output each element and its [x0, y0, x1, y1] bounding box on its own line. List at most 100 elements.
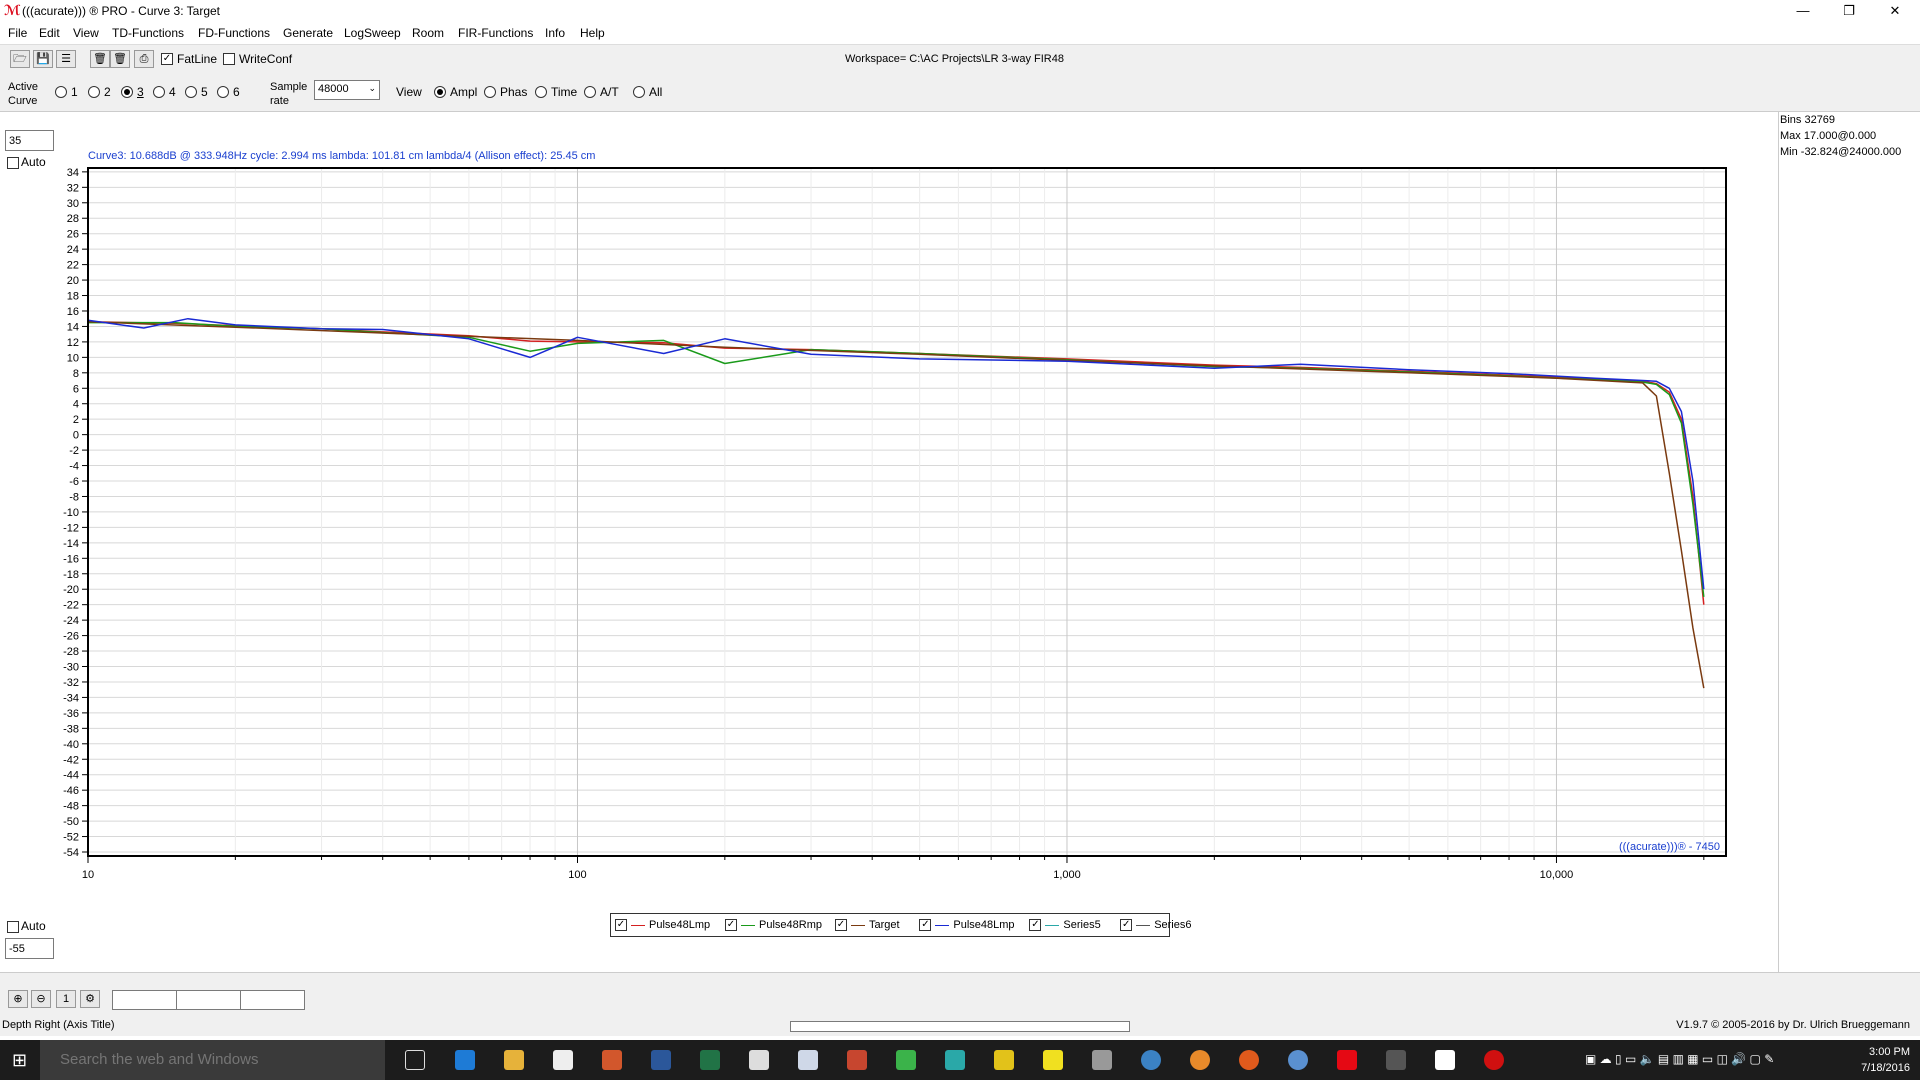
legend-checkbox-3[interactable]: ✓	[835, 919, 847, 931]
print-icon[interactable]: ⎙	[134, 50, 154, 68]
control-bar: Active Curve 1 2 3 4 5 6 Sample rate 480…	[0, 72, 1920, 112]
taskbar: ⊞ ▣ ☁ ▯ ▭ 🔈 ▤ ▥ ▦ ▭ ◫ 🔊 ▢ ✎ 3:00 PM 7/18…	[0, 1040, 1920, 1080]
excel-icon[interactable]	[700, 1050, 720, 1070]
menu-generate[interactable]: Generate	[283, 26, 333, 40]
open-folder-icon[interactable]: 🗁	[10, 50, 30, 68]
menu-td-functions[interactable]: TD-Functions	[112, 26, 184, 40]
taskbar-search-input[interactable]	[40, 1040, 385, 1080]
x-axis: 10 100 1,000 10,000	[82, 856, 1705, 881]
menu-help[interactable]: Help	[580, 26, 605, 40]
auto-bottom-checkbox[interactable]	[7, 921, 19, 933]
legend-checkbox-4[interactable]: ✓	[919, 919, 932, 931]
minimize-button[interactable]: —	[1780, 0, 1826, 22]
y-tick-label: 26	[67, 229, 79, 241]
app-icon-5[interactable]	[994, 1050, 1014, 1070]
view-radio-phas[interactable]	[484, 86, 496, 98]
y-tick-label: -26	[63, 631, 79, 643]
curve-radio-6[interactable]	[217, 86, 229, 98]
zoom-reset-button[interactable]: 1	[56, 990, 76, 1008]
menu-logsweep[interactable]: LogSweep	[344, 26, 401, 40]
sample-rate-select[interactable]: 48000 ⌄	[314, 80, 380, 100]
axis-title: Depth Right (Axis Title)	[2, 1019, 115, 1031]
legend-label-1: Pulse48Lmp	[649, 919, 711, 931]
y-tick-label: 14	[67, 321, 79, 333]
y-tick-label: 28	[67, 213, 79, 225]
chart-grid	[87, 168, 1726, 856]
curve-radio-3[interactable]	[121, 86, 133, 98]
view-radio-at[interactable]	[584, 86, 596, 98]
writeconf-checkbox[interactable]	[223, 53, 235, 65]
app-icon-2[interactable]	[847, 1050, 867, 1070]
y-tick-label: 18	[67, 291, 79, 303]
windows-start-icon[interactable]: ⊞	[12, 1050, 27, 1071]
powerpoint-icon[interactable]	[602, 1050, 622, 1070]
calculator-icon[interactable]	[749, 1050, 769, 1070]
y-tick-label: -38	[63, 723, 79, 735]
kindle-icon[interactable]	[1386, 1050, 1406, 1070]
frequency-response-chart[interactable]: 3432302826242220181614121086420-2-4-6-8-…	[0, 112, 1778, 912]
y-tick-label: -50	[63, 816, 79, 828]
settings-icon[interactable]: ⚙	[80, 990, 100, 1008]
app-icon-9[interactable]	[1190, 1050, 1210, 1070]
clock[interactable]: 3:00 PM 7/18/2016	[1861, 1044, 1910, 1076]
menu-view[interactable]: View	[73, 26, 99, 40]
y-tick-label: -18	[63, 569, 79, 581]
app-icon-7[interactable]	[1092, 1050, 1112, 1070]
firefox-icon[interactable]	[1239, 1050, 1259, 1070]
legend-checkbox-1[interactable]: ✓	[615, 919, 627, 931]
zoom-in-icon[interactable]: ⊕	[8, 990, 28, 1008]
save-icon[interactable]: 💾	[33, 50, 53, 68]
version-label: V1.9.7 © 2005-2016 by Dr. Ulrich Bruegge…	[1676, 1019, 1910, 1031]
legend-checkbox-2[interactable]: ✓	[725, 919, 737, 931]
store-icon[interactable]	[553, 1050, 573, 1070]
menu-file[interactable]: File	[8, 26, 27, 40]
menu-edit[interactable]: Edit	[39, 26, 60, 40]
file-explorer-icon[interactable]	[504, 1050, 524, 1070]
view-radio-all[interactable]	[633, 86, 645, 98]
y-tick-label: -40	[63, 739, 79, 751]
status-field-3	[240, 990, 305, 1010]
restore-button[interactable]: ❐	[1826, 0, 1872, 22]
legend-swatch-4	[935, 925, 950, 926]
y-tick-label: -16	[63, 553, 79, 565]
legend-checkbox-6[interactable]: ✓	[1120, 919, 1133, 931]
app-icon-3[interactable]	[896, 1050, 916, 1070]
y-tick-label: 16	[67, 306, 79, 318]
record-icon[interactable]	[1484, 1050, 1504, 1070]
ymin-input[interactable]	[5, 938, 54, 959]
app-icon-4[interactable]	[945, 1050, 965, 1070]
app-icon-6[interactable]	[1043, 1050, 1063, 1070]
notepad-icon[interactable]	[1435, 1050, 1455, 1070]
menu-fir-functions[interactable]: FIR-Functions	[458, 26, 533, 40]
list-icon[interactable]: ☰	[56, 50, 76, 68]
view-label-time: Time	[551, 85, 578, 99]
netflix-icon[interactable]	[1337, 1050, 1357, 1070]
word-icon[interactable]	[651, 1050, 671, 1070]
curve-radio-5[interactable]	[185, 86, 197, 98]
legend-swatch-3	[851, 925, 865, 926]
menu-info[interactable]: Info	[545, 26, 565, 40]
task-view-icon[interactable]	[405, 1050, 425, 1070]
curve-label-2: 2	[104, 85, 111, 99]
menu-fd-functions[interactable]: FD-Functions	[198, 26, 270, 40]
zoom-out-icon[interactable]: ⊖	[31, 990, 51, 1008]
stats-panel: Bins 32769 Max 17.000@0.000 Min -32.824@…	[1778, 112, 1920, 972]
view-radio-time[interactable]	[535, 86, 547, 98]
curve-radio-1[interactable]	[55, 86, 67, 98]
edge-icon[interactable]	[455, 1050, 475, 1070]
delete-curve-icon[interactable]: 🗑	[90, 50, 110, 68]
menu-room[interactable]: Room	[412, 26, 444, 40]
y-tick-label: -8	[69, 491, 79, 503]
app-icon-10[interactable]	[1288, 1050, 1308, 1070]
curve-radio-2[interactable]	[88, 86, 100, 98]
app-icon-1[interactable]	[798, 1050, 818, 1070]
legend-checkbox-5[interactable]: ✓	[1029, 919, 1042, 931]
app-icon-8[interactable]	[1141, 1050, 1161, 1070]
view-radio-ampl[interactable]	[434, 86, 446, 98]
fatline-checkbox[interactable]: ✓	[161, 53, 173, 65]
delete-all-icon[interactable]: 🗑	[110, 50, 130, 68]
system-tray-icons[interactable]: ▣ ☁ ▯ ▭ 🔈 ▤ ▥ ▦ ▭ ◫ 🔊 ▢ ✎	[1585, 1052, 1774, 1066]
curve-radio-4[interactable]	[153, 86, 165, 98]
max-value: Max 17.000@0.000	[1780, 130, 1877, 142]
close-button[interactable]: ✕	[1872, 0, 1918, 22]
